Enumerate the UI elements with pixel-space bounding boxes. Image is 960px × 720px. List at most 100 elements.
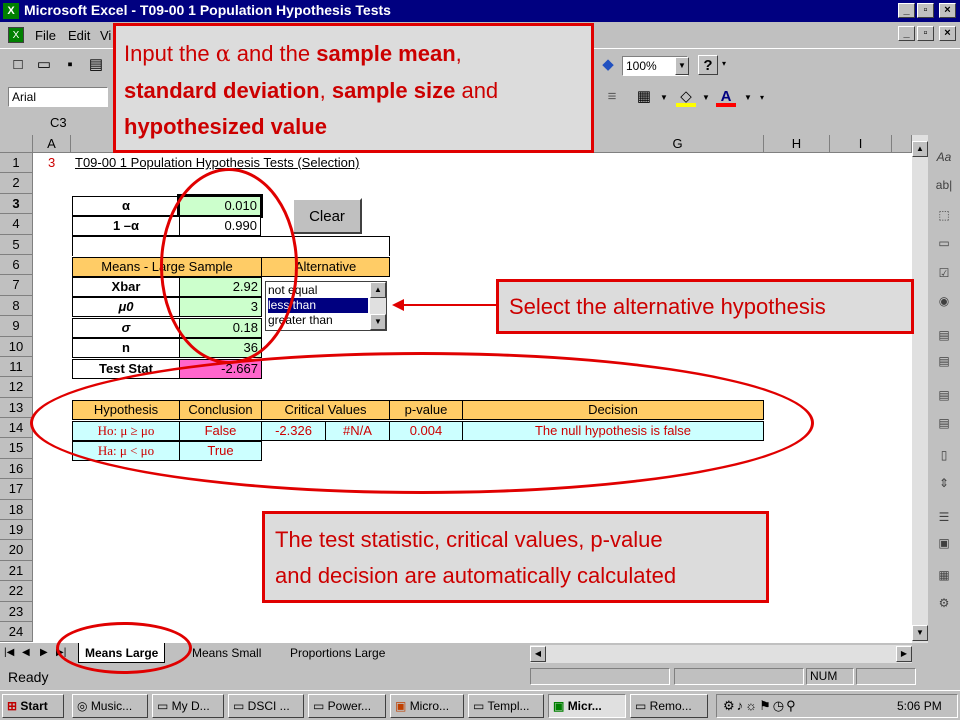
- row-header[interactable]: 24: [0, 621, 33, 643]
- map-icon[interactable]: ◆: [598, 55, 618, 75]
- row-header[interactable]: 17: [0, 479, 33, 500]
- edit-box-tool-icon[interactable]: ab|: [933, 175, 955, 195]
- cell-a1[interactable]: 3: [48, 155, 55, 170]
- doc-close-button[interactable]: ×: [939, 26, 956, 41]
- start-button[interactable]: ⊞ Start: [2, 694, 64, 718]
- tab-proportions-large[interactable]: Proportions Large: [284, 643, 391, 663]
- prev-sheet-icon[interactable]: ◀: [22, 647, 30, 658]
- font-color-dropdown-icon[interactable]: ▼: [744, 93, 752, 102]
- row-header[interactable]: 6: [0, 254, 33, 276]
- scroll-bar-tool-icon[interactable]: ▯: [933, 445, 955, 465]
- row-header[interactable]: 22: [0, 581, 33, 602]
- row-header[interactable]: 3: [0, 193, 33, 215]
- row-header[interactable]: 5: [0, 234, 33, 255]
- checkbox-tool-icon[interactable]: ☑: [933, 263, 955, 283]
- task-remote[interactable]: ▭ Remo...: [630, 694, 708, 718]
- scroll-up-icon[interactable]: ▲: [912, 141, 928, 157]
- task-micro[interactable]: ▣ Micro...: [390, 694, 464, 718]
- row-header[interactable]: 14: [0, 418, 33, 439]
- maximize-button[interactable]: ▫: [917, 3, 934, 18]
- new-icon[interactable]: □: [8, 55, 28, 75]
- scroll-left-icon[interactable]: ◀: [530, 646, 546, 662]
- menu-view[interactable]: Vi: [100, 28, 111, 43]
- col-header-a[interactable]: A: [33, 135, 71, 153]
- listbox-scroll-up-icon[interactable]: ▲: [370, 282, 386, 298]
- col-header-h[interactable]: H: [764, 135, 830, 153]
- doc-restore-button[interactable]: ▫: [917, 26, 934, 41]
- font-name-combo[interactable]: Arial: [8, 87, 108, 107]
- spinner-tool-icon[interactable]: ⇕: [933, 473, 955, 493]
- doc-minimize-button[interactable]: _: [898, 26, 915, 41]
- scroll-right-icon[interactable]: ▶: [896, 646, 912, 662]
- menu-file[interactable]: File: [35, 28, 56, 43]
- row-header[interactable]: 8: [0, 295, 33, 317]
- scroll-down-icon[interactable]: ▼: [912, 625, 928, 641]
- row-header[interactable]: 16: [0, 458, 33, 480]
- label-tool-icon[interactable]: Aa: [933, 147, 955, 167]
- row-header[interactable]: 9: [0, 316, 33, 337]
- row-header[interactable]: 18: [0, 499, 33, 521]
- list-box-tool-icon[interactable]: ▤: [933, 325, 955, 345]
- button-tool-icon[interactable]: ▭: [933, 233, 955, 253]
- listbox-scrollbar[interactable]: ▲ ▼: [370, 282, 386, 330]
- save-icon[interactable]: ▪: [60, 55, 80, 75]
- option-button-tool-icon[interactable]: ◉: [933, 291, 955, 311]
- open-icon[interactable]: ▭: [34, 55, 54, 75]
- tray-icons[interactable]: ⚙♪☼⚑◷⚲: [723, 698, 798, 714]
- fill-dropdown-icon[interactable]: ▼: [702, 93, 710, 102]
- task-powerpoint[interactable]: ▭ Power...: [308, 694, 386, 718]
- print-icon[interactable]: ▤: [86, 55, 106, 75]
- col-header-j[interactable]: [892, 135, 912, 153]
- row-header[interactable]: 21: [0, 560, 33, 582]
- minimize-button[interactable]: _: [898, 3, 915, 18]
- row-header[interactable]: 23: [0, 601, 33, 622]
- name-box[interactable]: C3: [50, 115, 67, 130]
- edit-code-icon[interactable]: ▣: [933, 533, 955, 553]
- select-all-corner[interactable]: [0, 135, 33, 153]
- task-dsci[interactable]: ▭ DSCI ...: [228, 694, 304, 718]
- row-header[interactable]: 12: [0, 377, 33, 398]
- listbox-scroll-down-icon[interactable]: ▼: [370, 314, 386, 330]
- task-templates[interactable]: ▭ Templ...: [468, 694, 544, 718]
- task-music[interactable]: ◎ Music...: [72, 694, 148, 718]
- indent-icon[interactable]: ≡: [602, 87, 622, 107]
- group-box-tool-icon[interactable]: ⬚: [933, 205, 955, 225]
- first-sheet-icon[interactable]: |◀: [4, 647, 14, 658]
- row-header[interactable]: 4: [0, 214, 33, 235]
- col-header-i[interactable]: I: [830, 135, 892, 153]
- borders-dropdown-icon[interactable]: ▼: [660, 93, 668, 102]
- row-header[interactable]: 1: [0, 153, 33, 174]
- fill-color-icon[interactable]: ◇: [676, 87, 696, 107]
- row-header[interactable]: 20: [0, 540, 33, 561]
- combo-dropdown-tool-icon[interactable]: ▤: [933, 413, 955, 433]
- vertical-scrollbar[interactable]: ▲ ▼: [912, 135, 928, 643]
- font-color-icon[interactable]: A: [716, 87, 736, 107]
- help-icon[interactable]: ?: [698, 55, 718, 75]
- workbook-icon[interactable]: X: [8, 27, 24, 43]
- row-header[interactable]: 2: [0, 173, 33, 194]
- row-header[interactable]: 7: [0, 275, 33, 296]
- horizontal-scrollbar[interactable]: ◀ ▶: [530, 645, 912, 663]
- row-header[interactable]: 10: [0, 336, 33, 357]
- next-sheet-icon[interactable]: ▶: [40, 647, 48, 658]
- combo-list-tool-icon[interactable]: ▤: [933, 385, 955, 405]
- row-header[interactable]: 15: [0, 438, 33, 459]
- combo-box-tool-icon[interactable]: ▤: [933, 351, 955, 371]
- row-header[interactable]: 19: [0, 520, 33, 541]
- excel-app-icon[interactable]: X: [3, 3, 19, 19]
- more-format-icon[interactable]: ▾: [760, 93, 764, 102]
- borders-icon[interactable]: ▦: [634, 87, 654, 107]
- tab-means-small[interactable]: Means Small: [186, 643, 267, 663]
- task-excel-active[interactable]: ▣ Micr...: [548, 694, 626, 718]
- clear-button[interactable]: Clear: [292, 198, 362, 234]
- row-header[interactable]: 11: [0, 356, 33, 378]
- col-header-g[interactable]: G: [592, 135, 764, 153]
- zoom-dropdown-icon[interactable]: ▼: [675, 57, 689, 75]
- more-buttons-icon[interactable]: ▾: [722, 59, 726, 68]
- run-dialog-icon[interactable]: ⚙: [933, 593, 955, 613]
- control-properties-icon[interactable]: ☰: [933, 507, 955, 527]
- menu-edit[interactable]: Edit: [68, 28, 90, 43]
- toggle-grid-icon[interactable]: ▦: [933, 565, 955, 585]
- task-my-documents[interactable]: ▭ My D...: [152, 694, 224, 718]
- close-button[interactable]: ×: [939, 3, 956, 18]
